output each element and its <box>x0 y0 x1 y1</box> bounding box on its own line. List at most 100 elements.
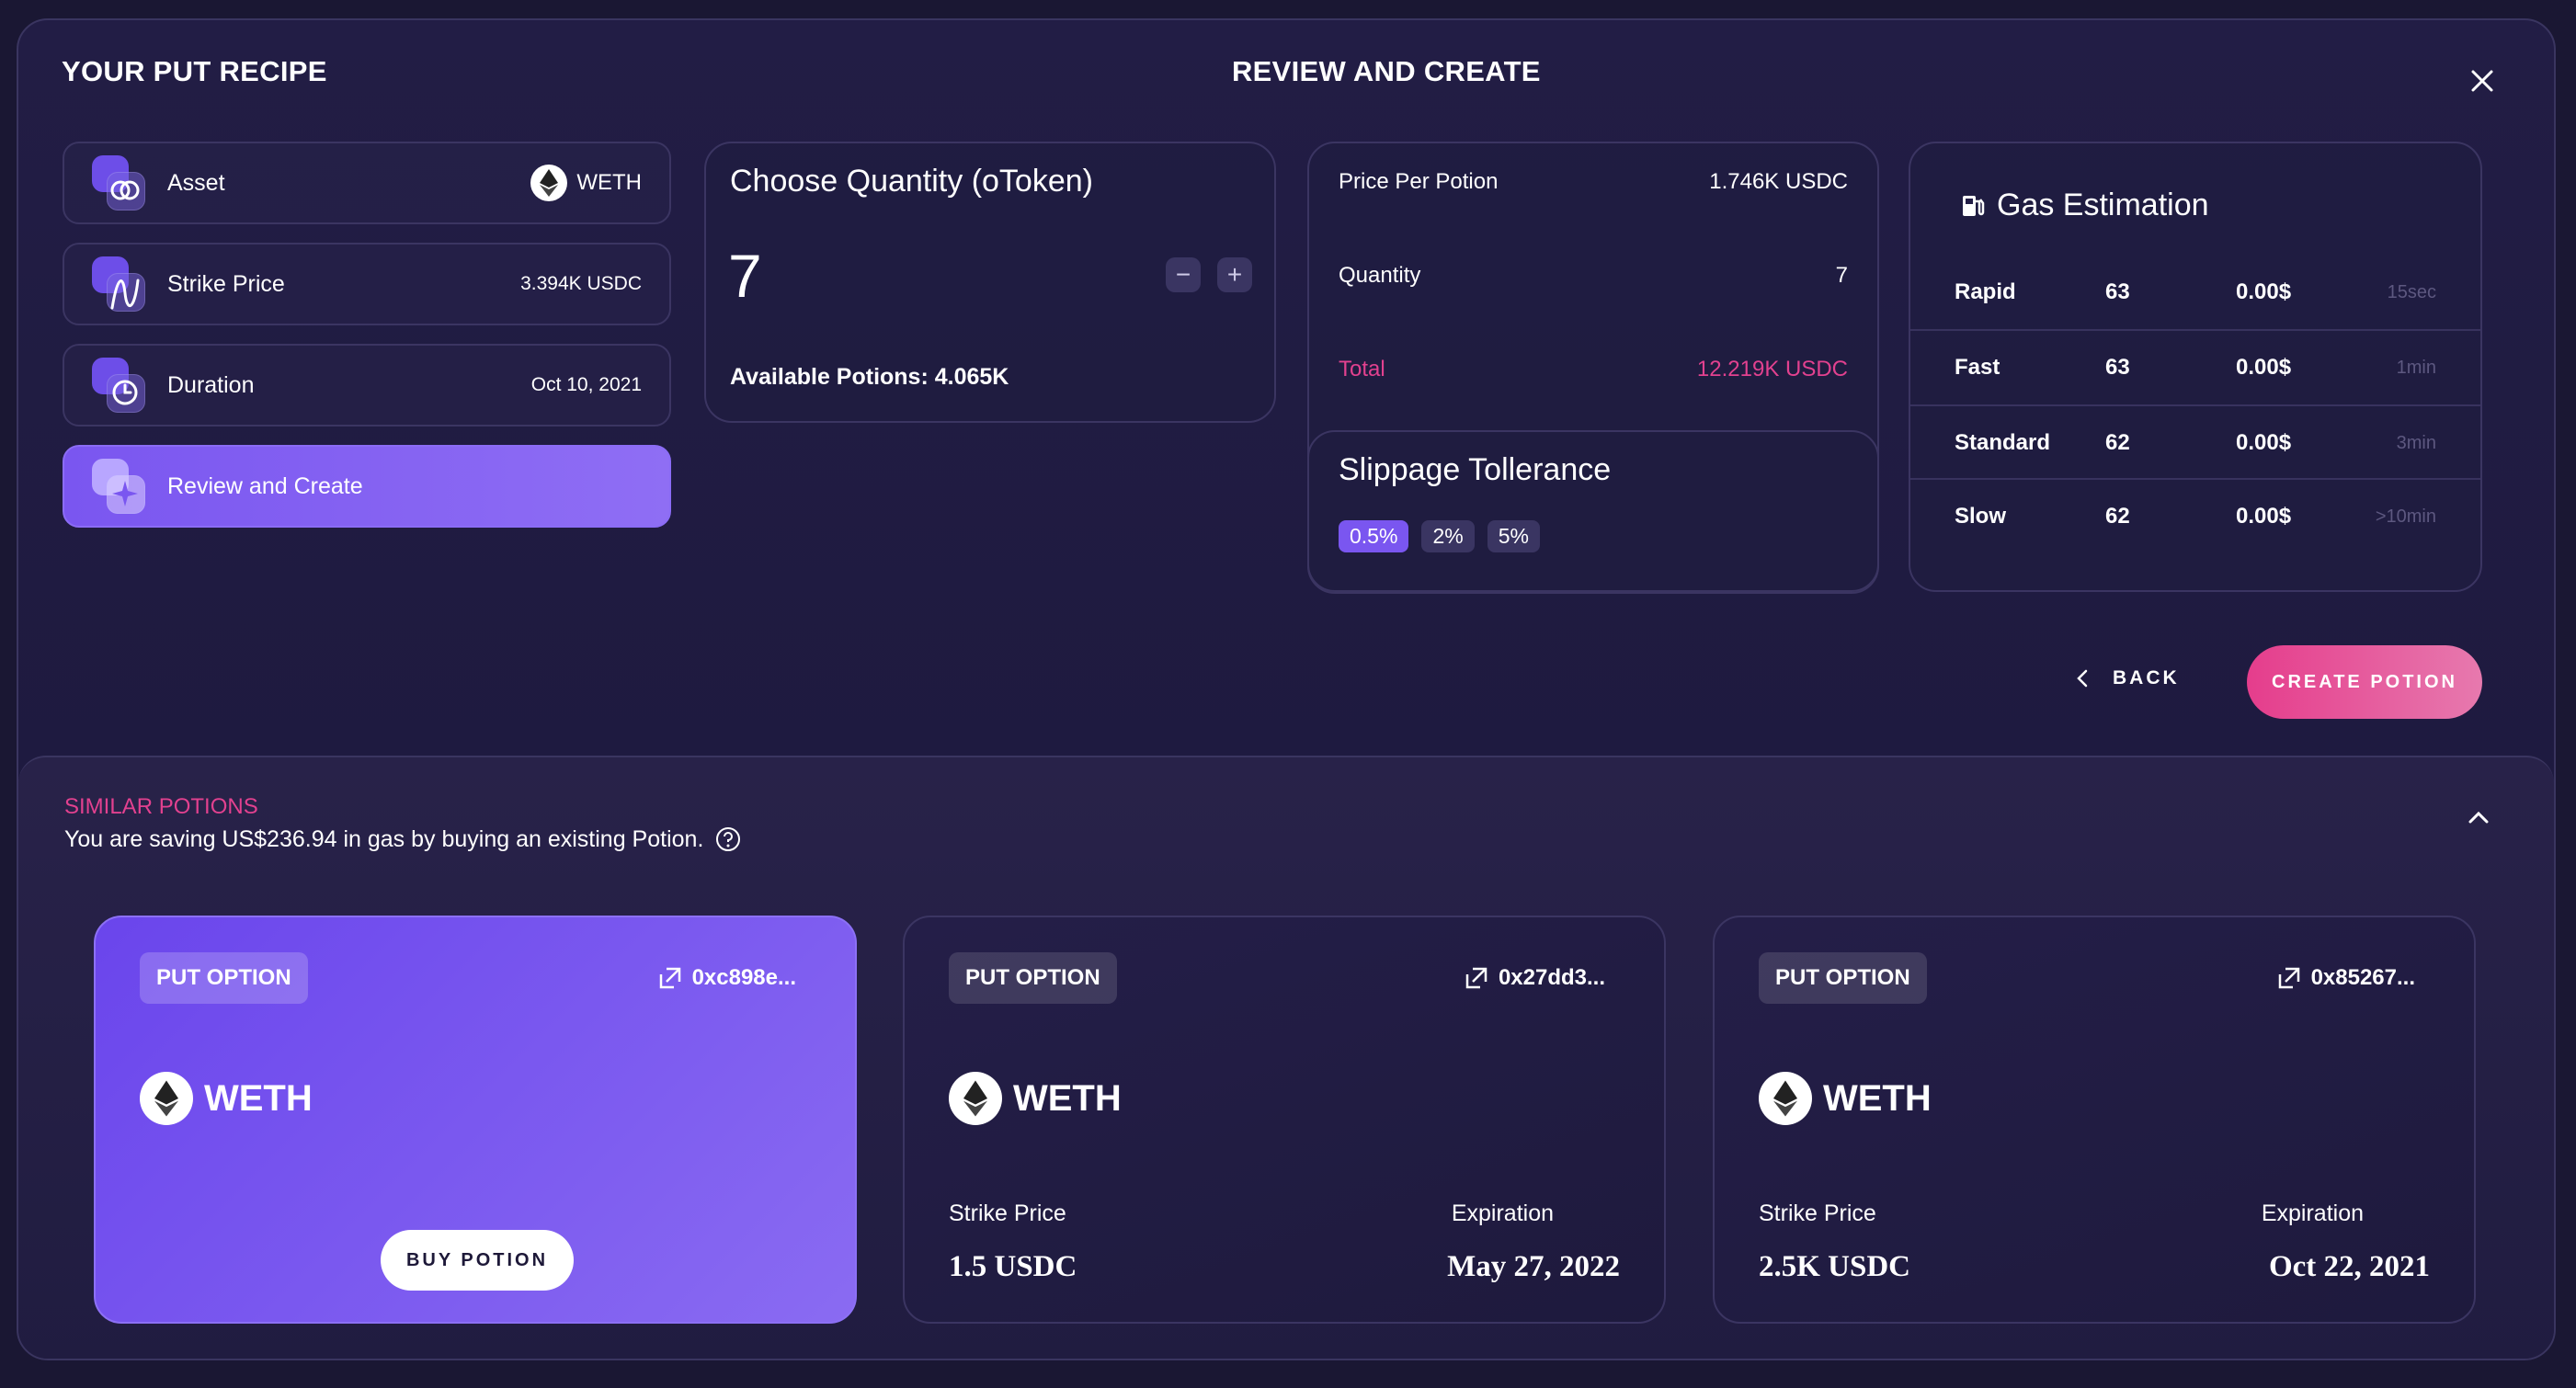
similar-subtitle: You are saving US$236.94 in gas by buyin… <box>64 825 704 852</box>
slippage-card: Slippage Tollerance 0.5% 2% 5% <box>1307 430 1879 594</box>
potion-asset-label: WETH <box>204 1077 313 1119</box>
similar-potions-section: SIMILAR POTIONS You are saving US$236.94… <box>18 756 2554 1359</box>
potion-card-1[interactable]: PUT OPTION 0xc898e... WETH BUY POTION <box>94 916 857 1324</box>
expiration-label: Expiration <box>1451 1200 1554 1226</box>
potion-address-link[interactable]: 0xc898e... <box>657 965 796 991</box>
similar-heading: SIMILAR POTIONS <box>64 794 258 819</box>
total-value: 12.219K USDC <box>1696 357 1848 381</box>
slippage-option-5[interactable]: 5% <box>1487 520 1540 552</box>
quantity-minus-button[interactable]: − <box>1166 257 1201 292</box>
review-panel: YOUR PUT RECIPE REVIEW AND CREATE Asset … <box>17 18 2556 1360</box>
step-duration[interactable]: Duration Oct 10, 2021 <box>63 344 671 427</box>
external-link-icon <box>1465 967 1487 989</box>
sparkle-icon <box>92 459 147 514</box>
gas-cost: 0.00$ <box>2236 504 2292 529</box>
gas-time: 3min <box>2396 432 2436 453</box>
potion-address: 0xc898e... <box>691 965 796 990</box>
slippage-options: 0.5% 2% 5% <box>1339 520 1553 552</box>
chevron-left-icon <box>2077 669 2088 688</box>
total-label: Total <box>1339 357 1385 381</box>
gas-gwei: 62 <box>2105 430 2130 455</box>
help-icon[interactable] <box>714 825 742 853</box>
strike-icon <box>92 256 147 312</box>
potion-address-link[interactable]: 0x27dd3... <box>1464 965 1605 991</box>
slippage-title: Slippage Tollerance <box>1339 452 1612 487</box>
potion-card-2[interactable]: PUT OPTION 0x27dd3... WETH Strike Price … <box>903 916 1666 1324</box>
expiration-value: May 27, 2022 <box>1447 1250 1620 1283</box>
summary-card: Price Per Potion 1.746K USDC Quantity 7 … <box>1307 142 1879 594</box>
gas-gwei: 63 <box>2105 355 2130 380</box>
asset-value-text: WETH <box>576 170 642 195</box>
gas-speed: Fast <box>1955 355 2000 380</box>
collapse-chevron-up-icon[interactable] <box>2466 805 2491 836</box>
recipe-title: YOUR PUT RECIPE <box>62 55 327 87</box>
strike-price-label: Strike Price <box>1759 1200 1876 1226</box>
eth-icon <box>1759 1072 1812 1125</box>
close-icon[interactable] <box>2464 63 2501 99</box>
strike-price-value: 2.5K USDC <box>1759 1250 1911 1283</box>
eth-icon <box>949 1072 1002 1125</box>
gas-cost: 0.00$ <box>2236 279 2292 304</box>
duration-value: Oct 10, 2021 <box>530 374 642 395</box>
asset-icon <box>92 155 147 210</box>
page-title: REVIEW AND CREATE <box>1232 55 1541 87</box>
strike-price-value: 1.5 USDC <box>949 1250 1077 1283</box>
strike-price-label: Strike Price <box>949 1200 1066 1226</box>
step-review-and-create[interactable]: Review and Create <box>63 445 671 528</box>
potion-asset: WETH <box>1759 1072 1932 1125</box>
quantity-value[interactable]: 7 <box>728 241 762 311</box>
quantity-plus-button[interactable]: + <box>1217 257 1252 292</box>
back-button[interactable]: BACK <box>2072 667 2180 689</box>
step-asset-label: Asset <box>167 169 225 196</box>
gas-speed: Slow <box>1955 504 2007 529</box>
potion-asset-label: WETH <box>1823 1077 1932 1119</box>
gas-estimation-card: Gas Estimation Rapid 63 0.00$ 15sec Fast… <box>1909 142 2482 592</box>
buy-potion-button[interactable]: BUY POTION <box>381 1230 574 1291</box>
external-link-icon <box>2278 967 2299 989</box>
strike-value: 3.394K USDC <box>520 273 642 294</box>
step-asset[interactable]: Asset WETH <box>63 142 671 224</box>
potion-card-3[interactable]: PUT OPTION 0x85267... WETH Strike Price … <box>1713 916 2476 1324</box>
gas-speed: Standard <box>1955 430 2051 455</box>
quantity-label: Quantity <box>1339 263 1421 288</box>
step-strike-price[interactable]: Strike Price 3.394K USDC <box>63 243 671 325</box>
back-label: BACK <box>2113 667 2180 688</box>
potion-asset: WETH <box>140 1072 313 1125</box>
potion-address-link[interactable]: 0x85267... <box>2276 965 2415 991</box>
potion-address: 0x27dd3... <box>1498 965 1605 990</box>
gas-row-slow[interactable]: Slow 62 0.00$ >10min <box>1910 478 2480 553</box>
slippage-option-2[interactable]: 2% <box>1421 520 1475 552</box>
gas-cost: 0.00$ <box>2236 430 2292 455</box>
gas-row-rapid[interactable]: Rapid 63 0.00$ 15sec <box>1910 256 2480 329</box>
put-option-badge: PUT OPTION <box>949 952 1117 1004</box>
eth-icon <box>530 165 568 201</box>
quantity-card: Choose Quantity (oToken) 7 − + Available… <box>704 142 1276 423</box>
similar-subtitle-row: You are saving US$236.94 in gas by buyin… <box>64 825 742 853</box>
gas-time: 1min <box>2396 357 2436 378</box>
expiration-label: Expiration <box>2261 1200 2364 1226</box>
put-option-badge: PUT OPTION <box>140 952 308 1004</box>
put-option-badge: PUT OPTION <box>1759 952 1927 1004</box>
price-per-potion-value: 1.746K USDC <box>1709 169 1848 194</box>
gas-title: Gas Estimation <box>1997 188 2209 222</box>
expiration-value: Oct 22, 2021 <box>2268 1250 2430 1283</box>
gas-row-fast[interactable]: Fast 63 0.00$ 1min <box>1910 329 2480 404</box>
step-review-label: Review and Create <box>167 472 363 499</box>
gas-cost: 0.00$ <box>2236 355 2292 380</box>
quantity-summary-value: 7 <box>1835 263 1848 288</box>
create-potion-button[interactable]: CREATE POTION <box>2247 645 2482 719</box>
potion-address: 0x85267... <box>2310 965 2415 990</box>
slippage-option-0-5[interactable]: 0.5% <box>1339 520 1409 552</box>
gas-time: 15sec <box>2387 281 2436 302</box>
gas-row-standard[interactable]: Standard 62 0.00$ 3min <box>1910 404 2480 480</box>
available-potions: Available Potions: 4.065K <box>730 364 1009 390</box>
gas-speed: Rapid <box>1955 279 2016 304</box>
gas-pump-icon <box>1963 195 1985 216</box>
eth-icon <box>140 1072 193 1125</box>
gas-gwei: 62 <box>2105 504 2130 529</box>
clock-icon <box>92 358 147 413</box>
gas-title-row: Gas Estimation <box>1960 188 2209 223</box>
asset-value: WETH <box>530 165 642 201</box>
step-duration-label: Duration <box>167 371 255 398</box>
gas-gwei: 63 <box>2105 279 2130 304</box>
